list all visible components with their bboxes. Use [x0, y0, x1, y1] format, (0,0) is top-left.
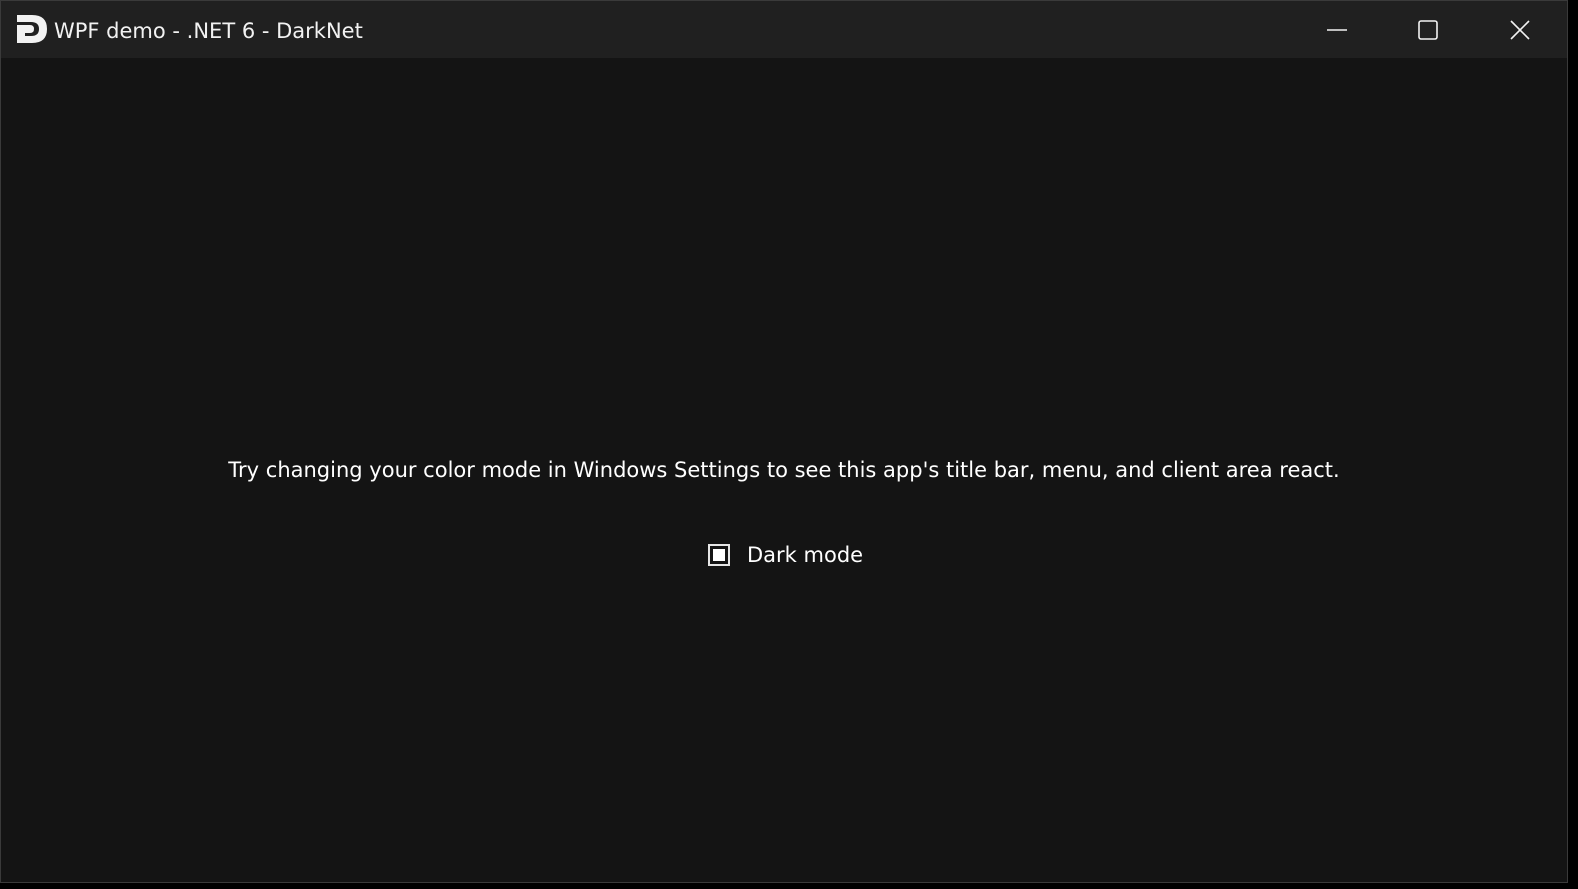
maximize-button[interactable] [1382, 1, 1474, 58]
app-window: WPF demo - .NET 6 - DarkNet Try changing… [0, 0, 1568, 883]
maximize-icon [1418, 19, 1438, 40]
checkbox-box[interactable] [708, 544, 730, 566]
darknet-logo-icon[interactable] [16, 14, 48, 44]
indeterminate-mark-icon [713, 549, 725, 561]
minimize-button[interactable] [1291, 1, 1383, 58]
dark-mode-label[interactable]: Dark mode [747, 541, 863, 569]
title-bar[interactable]: WPF demo - .NET 6 - DarkNet [1, 1, 1567, 58]
dark-mode-checkbox[interactable]: Dark mode [708, 541, 863, 569]
close-button[interactable] [1474, 1, 1566, 58]
window-title: WPF demo - .NET 6 - DarkNet [54, 19, 363, 43]
close-icon [1510, 19, 1530, 40]
instruction-text: Try changing your color mode in Windows … [228, 458, 1340, 482]
minimize-icon [1327, 28, 1347, 31]
client-area: Try changing your color mode in Windows … [1, 58, 1567, 882]
